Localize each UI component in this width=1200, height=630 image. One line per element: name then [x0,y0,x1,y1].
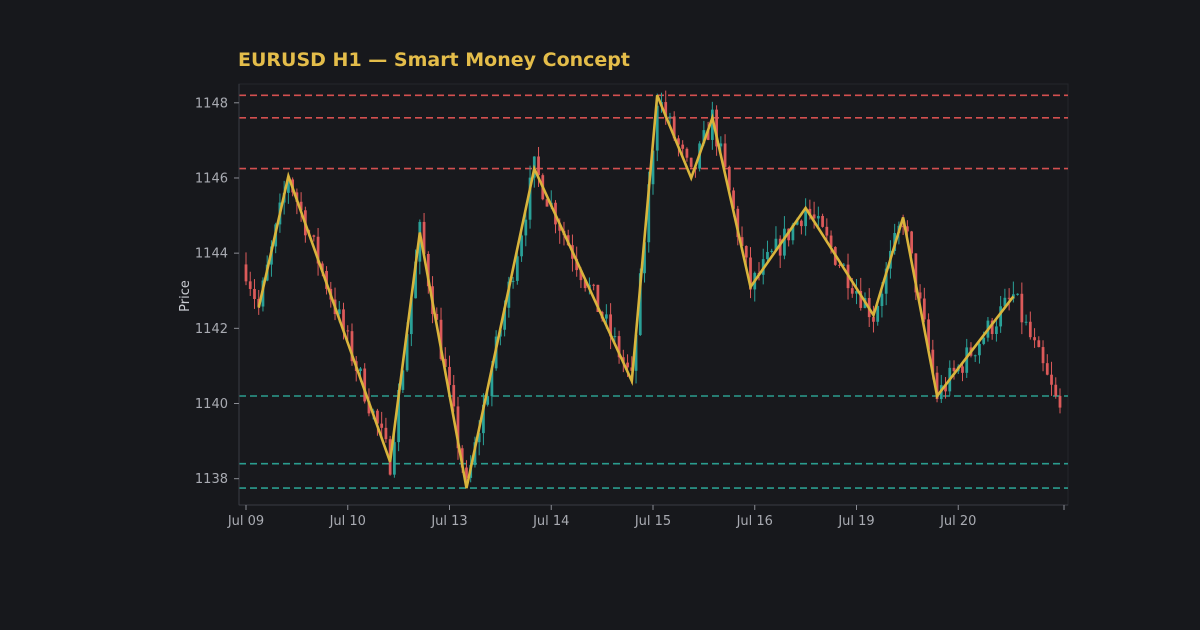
candle-body [766,251,769,260]
y-tick-label: 1138 [195,472,228,487]
candlestick-chart: 1138 1140 1142 1144 1146 1148 Jul 09 Jul 10 Jul … [0,0,1200,630]
candle-body [978,343,981,356]
candle-body [253,288,256,299]
candle-body [380,423,384,428]
candle-body [248,281,252,289]
x-tick-label: Jul 16 [736,514,773,529]
y-tick-label: 1148 [195,96,228,111]
candle-body [312,235,316,237]
candle-body [592,284,596,286]
candle-body [359,368,362,372]
candle-body [346,330,350,332]
y-tick-label: 1146 [195,171,228,186]
candle-body [613,336,617,338]
x-tick-label: Jul 09 [227,514,264,529]
y-tick-label: 1140 [195,397,228,412]
candle-body [821,215,824,227]
candle-body [1050,374,1053,385]
candle-body [689,157,693,167]
candle-body [850,288,854,294]
candle-body [816,215,820,219]
candle-body [524,219,528,236]
candle-body [685,148,689,158]
candle-body [961,366,964,373]
candle-body [668,116,672,118]
candle-body [1045,363,1049,375]
candle-body [1033,337,1036,341]
chart-root: 1138 1140 1142 1144 1146 1148 Jul 09 Jul 10 Jul … [0,0,1200,630]
candle-body [1028,321,1032,338]
candle-body [723,143,727,167]
candle-body [1037,340,1041,348]
candle-body [770,250,774,252]
x-tick-label: Jul 14 [532,514,569,529]
candle-body [1020,293,1024,323]
candle-body [1041,347,1045,364]
x-tick-label: Jul 20 [939,514,976,529]
candle-body [1058,395,1062,408]
candle-body [604,314,608,319]
candle-body [800,220,803,227]
candle-body [515,256,519,281]
y-tick-label: 1144 [195,247,228,262]
candle-body [973,355,977,357]
candle-body [1024,321,1028,323]
candle-body [1054,384,1058,396]
y-tick-label: 1142 [195,322,228,337]
candle-body [1016,293,1019,295]
candle-body [825,226,829,236]
y-axis-label: Price [178,280,193,312]
candle-body [880,293,884,307]
chart-title: EURUSD H1 — Smart Money Concept [238,49,630,71]
candle-body [995,326,998,335]
candle-body [393,442,396,475]
candle-body [448,366,451,386]
candle-body [244,264,248,282]
candle-body [922,298,926,320]
candle-body [783,228,786,256]
candle-body [982,337,986,344]
x-tick-label: Jul 15 [634,514,671,529]
candle-body [452,385,456,407]
candle-body [511,280,515,282]
candle-body [744,245,748,258]
candle-body [384,427,388,440]
x-tick-label: Jul 19 [837,514,874,529]
x-tick-label: Jul 13 [430,514,467,529]
candle-body [681,144,685,149]
candle-body [537,156,540,176]
candle-body [872,317,875,322]
x-tick-label: Jul 10 [329,514,366,529]
